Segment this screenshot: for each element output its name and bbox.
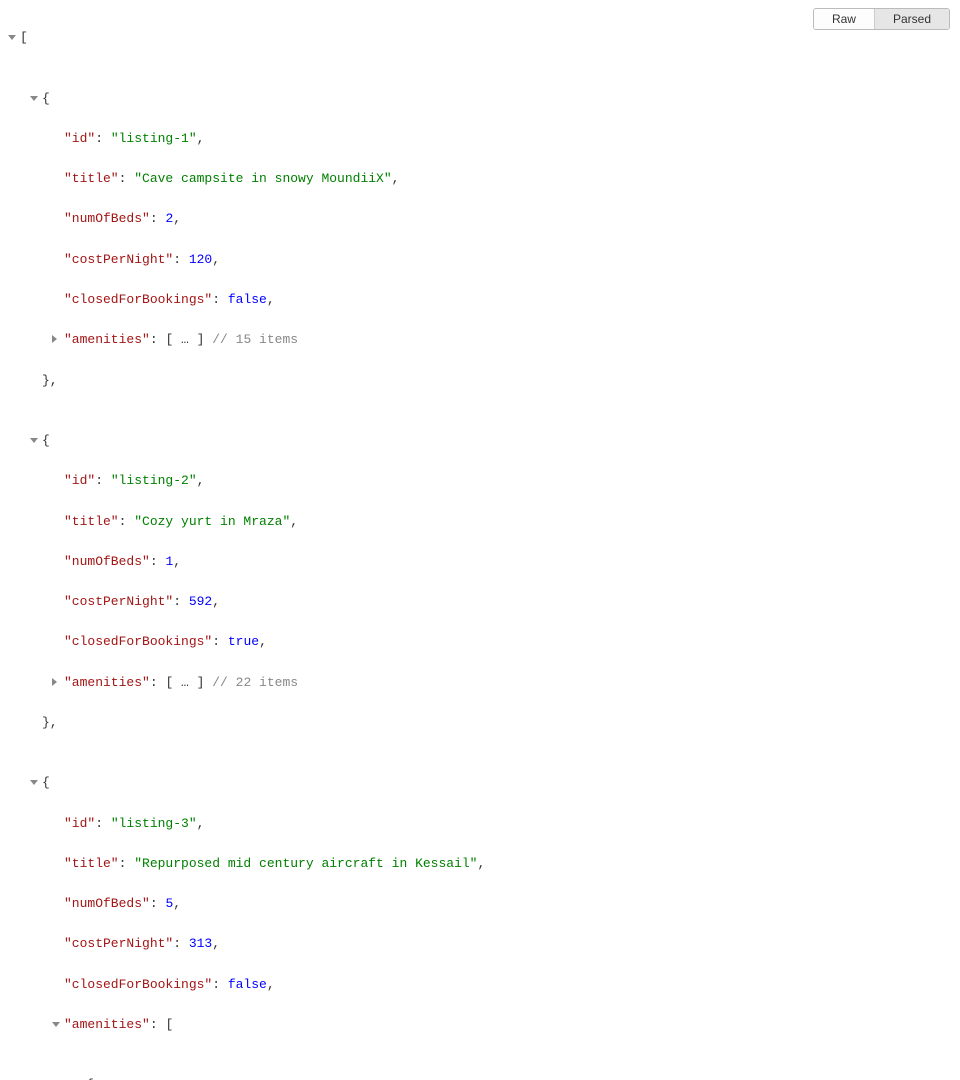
json-line: "numOfBeds": 1, [8, 552, 960, 572]
caret-down-icon[interactable] [52, 1022, 60, 1027]
json-line: "closedForBookings": true, [8, 632, 960, 652]
caret-down-icon[interactable] [30, 438, 38, 443]
raw-tab[interactable]: Raw [814, 9, 875, 29]
json-line: }, [8, 371, 960, 391]
json-line: "numOfBeds": 2, [8, 209, 960, 229]
json-line: "id": "listing-3", [8, 814, 960, 834]
json-line: { [8, 89, 960, 109]
json-line: "costPerNight": 120, [8, 250, 960, 270]
json-tree: [ { "id": "listing-1", "title": "Cave ca… [0, 0, 960, 1080]
view-mode-tabs: Raw Parsed [813, 8, 950, 30]
json-line: "numOfBeds": 5, [8, 894, 960, 914]
parsed-tab[interactable]: Parsed [875, 9, 949, 29]
json-line: }, [8, 713, 960, 733]
json-line: "id": "listing-1", [8, 129, 960, 149]
json-line: "amenities": [ … ] // 22 items [8, 673, 960, 693]
json-line: "id": "listing-2", [8, 471, 960, 491]
json-line: { [8, 1075, 960, 1080]
json-line: { [8, 431, 960, 451]
json-line: "costPerNight": 313, [8, 934, 960, 954]
json-line: [ [8, 28, 960, 48]
json-line: "title": "Repurposed mid century aircraf… [8, 854, 960, 874]
caret-down-icon[interactable] [8, 35, 16, 40]
caret-down-icon[interactable] [30, 780, 38, 785]
json-line: "title": "Cozy yurt in Mraza", [8, 512, 960, 532]
json-line: "costPerNight": 592, [8, 592, 960, 612]
caret-right-icon[interactable] [52, 678, 57, 686]
caret-right-icon[interactable] [52, 335, 57, 343]
json-line: "closedForBookings": false, [8, 290, 960, 310]
caret-down-icon[interactable] [30, 96, 38, 101]
json-line: "closedForBookings": false, [8, 975, 960, 995]
json-line: "amenities": [ … ] // 15 items [8, 330, 960, 350]
json-line: { [8, 773, 960, 793]
json-line: "title": "Cave campsite in snowy Moundii… [8, 169, 960, 189]
json-line: "amenities": [ [8, 1015, 960, 1035]
